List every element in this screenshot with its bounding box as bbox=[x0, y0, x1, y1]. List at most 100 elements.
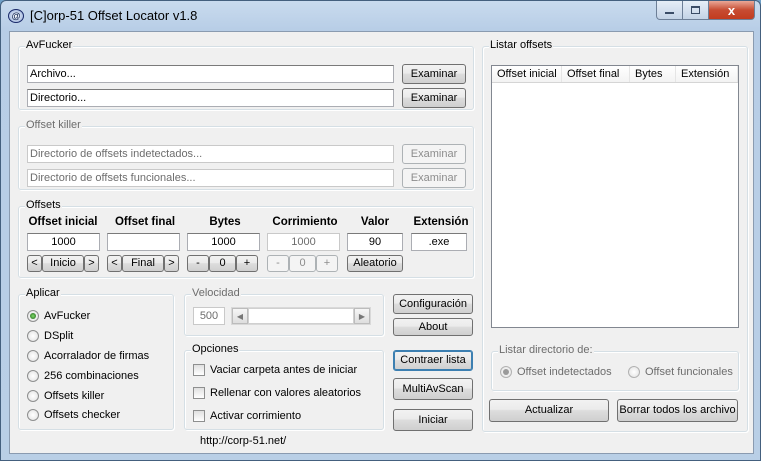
maximize-button[interactable] bbox=[683, 1, 709, 20]
radio-button[interactable] bbox=[500, 366, 512, 378]
contraer-lista-button[interactable]: Contraer lista bbox=[393, 350, 473, 371]
avfucker-group-label: AvFucker bbox=[25, 39, 74, 51]
listar-dir-option-label: Offset funcionales bbox=[645, 366, 733, 378]
final-button[interactable]: Final bbox=[122, 255, 164, 272]
inicio-button[interactable]: Inicio bbox=[42, 255, 84, 272]
offset-final-field[interactable] bbox=[107, 233, 180, 251]
app-logo-icon[interactable]: @ bbox=[8, 9, 24, 23]
maximize-icon bbox=[691, 6, 700, 14]
radio-button[interactable] bbox=[27, 310, 39, 322]
corrimiento-plus-button[interactable]: + bbox=[316, 255, 338, 272]
opcion-label: Activar corrimiento bbox=[210, 410, 302, 422]
close-button[interactable]: x bbox=[709, 1, 755, 20]
website-link[interactable]: http://corp-51.net/ bbox=[200, 435, 286, 447]
bytes-step-value[interactable]: 0 bbox=[209, 255, 236, 272]
list-column-bytes[interactable]: Bytes bbox=[630, 66, 676, 82]
radio-button[interactable] bbox=[27, 390, 39, 402]
examinar-directorio-button[interactable]: Examinar bbox=[402, 88, 466, 108]
radio-button[interactable] bbox=[628, 366, 640, 378]
slider-thumb[interactable] bbox=[248, 308, 354, 324]
multiavscan-button[interactable]: MultiAvScan bbox=[393, 378, 473, 400]
offset-final-header: Offset final bbox=[114, 216, 176, 228]
aplicar-option-label: Offsets checker bbox=[44, 409, 121, 421]
client-area: AvFucker Archivo... Examinar Directorio.… bbox=[9, 31, 754, 454]
slider-left-arrow-icon[interactable]: ◀ bbox=[232, 308, 248, 324]
offset-inicial-next-button[interactable]: > bbox=[84, 255, 99, 272]
opcion-vaciar-carpeta[interactable]: Vaciar carpeta antes de iniciar bbox=[193, 364, 357, 376]
bytes-minus-button[interactable]: - bbox=[187, 255, 209, 272]
undetected-offsets-dir-field[interactable]: Directorio de offsets indetectados... bbox=[27, 145, 394, 163]
offset-inicial-field[interactable]: 1000 bbox=[27, 233, 100, 251]
valor-field[interactable]: 90 bbox=[347, 233, 403, 251]
extension-header: Extensión bbox=[413, 216, 469, 228]
caption-buttons: x bbox=[656, 1, 755, 21]
offsets-list[interactable]: Offset inicial Offset final Bytes Extens… bbox=[491, 65, 739, 328]
directorio-field[interactable]: Directorio... bbox=[27, 89, 394, 107]
avfucker-group: AvFucker Archivo... Examinar Directorio.… bbox=[18, 39, 474, 110]
offset-final-next-button[interactable]: > bbox=[164, 255, 179, 272]
aleatorio-button[interactable]: Aleatorio bbox=[347, 255, 403, 272]
listar-dir-option-indetectados[interactable]: Offset indetectados bbox=[500, 366, 612, 378]
configuracion-button[interactable]: Configuración bbox=[393, 294, 473, 314]
offset-final-prev-button[interactable]: < bbox=[107, 255, 122, 272]
slider-right-arrow-icon[interactable]: ▶ bbox=[354, 308, 370, 324]
aplicar-option-256[interactable]: 256 combinaciones bbox=[27, 370, 139, 382]
functional-offsets-dir-field[interactable]: Directorio de offsets funcionales... bbox=[27, 169, 394, 187]
bytes-header: Bytes bbox=[209, 216, 241, 228]
iniciar-button[interactable]: Iniciar bbox=[393, 409, 473, 431]
radio-button[interactable] bbox=[27, 370, 39, 382]
radio-button[interactable] bbox=[27, 330, 39, 342]
list-column-extension[interactable]: Extensión bbox=[676, 66, 738, 82]
opcion-activar-corrimiento[interactable]: Activar corrimiento bbox=[193, 410, 301, 422]
velocidad-group-label: Velocidad bbox=[191, 287, 241, 299]
valor-header: Valor bbox=[360, 216, 390, 228]
aplicar-option-dsplit[interactable]: DSplit bbox=[27, 330, 73, 342]
velocidad-slider[interactable]: ◀ ▶ bbox=[231, 307, 371, 325]
listar-dir-option-funcionales[interactable]: Offset funcionales bbox=[628, 366, 733, 378]
minimize-button[interactable] bbox=[656, 1, 683, 20]
list-column-offset-final[interactable]: Offset final bbox=[562, 66, 630, 82]
list-column-offset-inicial[interactable]: Offset inicial bbox=[492, 66, 562, 82]
corrimiento-minus-button[interactable]: - bbox=[267, 255, 289, 272]
velocidad-group: Velocidad 500 ◀ ▶ bbox=[184, 287, 384, 336]
examinar-archivo-button[interactable]: Examinar bbox=[402, 64, 466, 84]
extension-field[interactable]: .exe bbox=[411, 233, 467, 251]
aplicar-option-label: DSplit bbox=[44, 330, 74, 342]
aplicar-option-offsets-killer[interactable]: Offsets killer bbox=[27, 390, 104, 402]
checkbox[interactable] bbox=[193, 410, 205, 422]
aplicar-group-label: Aplicar bbox=[25, 287, 61, 299]
opcion-rellenar-aleatorios[interactable]: Rellenar con valores aleatorios bbox=[193, 387, 361, 399]
aplicar-option-offsets-checker[interactable]: Offsets checker bbox=[27, 409, 120, 421]
offset-inicial-prev-button[interactable]: < bbox=[27, 255, 42, 272]
velocidad-value-field[interactable]: 500 bbox=[193, 307, 225, 325]
offset-inicial-header: Offset inicial bbox=[28, 216, 98, 228]
checkbox[interactable] bbox=[193, 387, 205, 399]
window-title: [C]orp-51 Offset Locator v1.8 bbox=[30, 8, 198, 23]
aplicar-option-label: Offsets killer bbox=[44, 390, 105, 402]
radio-button[interactable] bbox=[27, 409, 39, 421]
close-icon: x bbox=[727, 2, 736, 18]
examinar-undetected-button[interactable]: Examinar bbox=[402, 144, 466, 164]
title-bar[interactable]: @ [C]orp-51 Offset Locator v1.8 x bbox=[1, 1, 760, 31]
radio-button[interactable] bbox=[27, 350, 39, 362]
offsets-list-header: Offset inicial Offset final Bytes Extens… bbox=[492, 66, 738, 83]
offsets-group: Offsets Offset inicial Offset final Byte… bbox=[18, 199, 474, 278]
actualizar-button[interactable]: Actualizar bbox=[489, 399, 609, 422]
minimize-icon bbox=[665, 12, 674, 14]
bytes-plus-button[interactable]: + bbox=[236, 255, 258, 272]
listar-offsets-group-label: Listar offsets bbox=[489, 39, 554, 51]
examinar-functional-button[interactable]: Examinar bbox=[402, 168, 466, 188]
corrimiento-field[interactable]: 1000 bbox=[267, 233, 340, 251]
bytes-field[interactable]: 1000 bbox=[187, 233, 260, 251]
corrimiento-header: Corrimiento bbox=[272, 216, 338, 228]
about-button[interactable]: About bbox=[393, 318, 473, 336]
borrar-todos-button[interactable]: Borrar todos los archivo bbox=[617, 399, 738, 422]
aplicar-option-acorralador[interactable]: Acorralador de firmas bbox=[27, 350, 149, 362]
aplicar-option-label: Acorralador de firmas bbox=[44, 350, 150, 362]
listar-dir-option-label: Offset indetectados bbox=[517, 366, 612, 378]
aplicar-option-avfucker[interactable]: AvFucker bbox=[27, 310, 90, 322]
archivo-field[interactable]: Archivo... bbox=[27, 65, 394, 83]
corrimiento-step-value[interactable]: 0 bbox=[289, 255, 316, 272]
checkbox[interactable] bbox=[193, 364, 205, 376]
aplicar-group: Aplicar AvFucker DSplit Acorralador de f… bbox=[18, 287, 174, 430]
